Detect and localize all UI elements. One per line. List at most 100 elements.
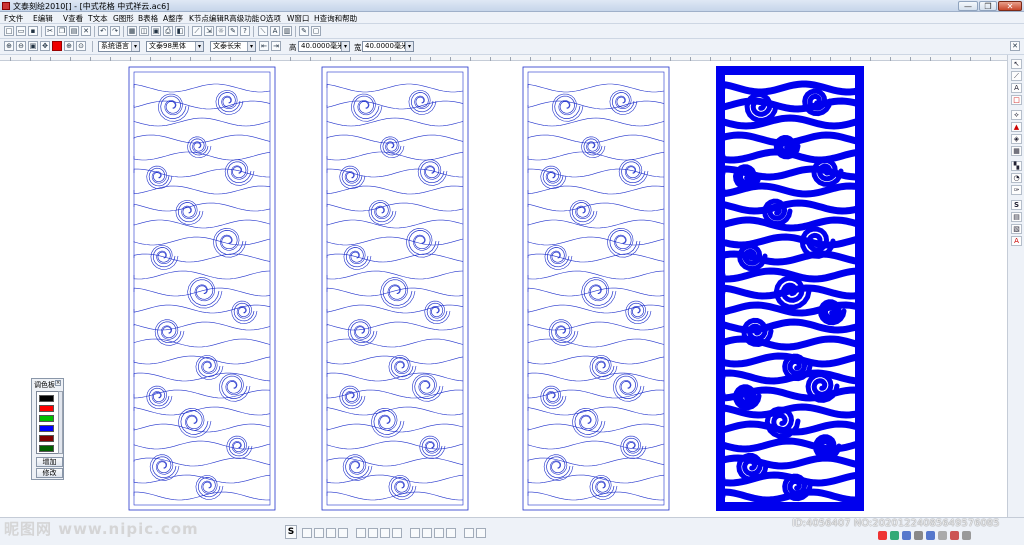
font-tool-icon[interactable]: A: [1011, 236, 1022, 246]
cut-plot-icon[interactable]: ⟋: [192, 26, 202, 36]
text-frame-icon[interactable]: A: [270, 26, 280, 36]
menu-edit[interactable]: E编辑: [33, 13, 53, 24]
menu-node-edit[interactable]: K节点编辑: [189, 13, 224, 24]
layer-tool-icon[interactable]: ▤: [1011, 212, 1022, 222]
delete-icon[interactable]: ✕: [81, 26, 91, 36]
color-fill-icon[interactable]: [52, 41, 62, 51]
language-select[interactable]: 系统语言 ▾: [98, 41, 140, 52]
zoom-out-icon[interactable]: ⊖: [16, 41, 26, 51]
node-tool-icon[interactable]: ⟡: [1011, 110, 1022, 120]
drawing-canvas[interactable]: [6, 61, 1006, 516]
output-icon[interactable]: ⇲: [204, 26, 214, 36]
status-tool-button[interactable]: [434, 528, 444, 538]
status-tool-button[interactable]: [476, 528, 486, 538]
palette-swatch[interactable]: [39, 405, 54, 412]
outline-tool-icon[interactable]: ◔: [1011, 173, 1022, 183]
tray-mic-icon[interactable]: [926, 531, 935, 540]
tray-keyboard-icon[interactable]: [938, 531, 947, 540]
status-tool-button[interactable]: [410, 528, 420, 538]
cloud-lattice-panel-outline-2[interactable]: [321, 66, 469, 511]
vectorize-icon[interactable]: ◫: [139, 26, 149, 36]
palette-swatch[interactable]: [39, 435, 54, 442]
toolbar-close-icon[interactable]: ✕: [1010, 41, 1020, 51]
cloud-lattice-panel-outline-3[interactable]: [522, 66, 670, 511]
frame-icon[interactable]: ▢: [311, 26, 321, 36]
line-icon[interactable]: ⟍: [258, 26, 268, 36]
menu-advanced[interactable]: R高级功能: [224, 13, 259, 24]
s-status-icon[interactable]: S: [285, 525, 297, 539]
cut-icon[interactable]: ✂: [45, 26, 55, 36]
text-right-icon[interactable]: ⇥: [271, 41, 281, 51]
palette-swatch[interactable]: [39, 395, 54, 402]
new-file-icon[interactable]: □: [4, 26, 14, 36]
paint-tool-icon[interactable]: ▲: [1011, 122, 1022, 132]
tray-shirt-icon[interactable]: [950, 531, 959, 540]
menu-graphics[interactable]: G图形: [113, 13, 134, 24]
status-tool-button[interactable]: [302, 528, 312, 538]
scan-icon[interactable]: ▣: [151, 26, 161, 36]
copy-icon[interactable]: ❐: [57, 26, 67, 36]
color-tool-icon[interactable]: ▚: [1011, 161, 1022, 171]
palette-add-button[interactable]: 增加: [36, 457, 63, 467]
palette-swatch[interactable]: [39, 415, 54, 422]
cloud-lattice-panel-outline-1[interactable]: [128, 66, 276, 511]
text-tool-icon[interactable]: A: [1011, 83, 1022, 93]
redo-icon[interactable]: ↷: [110, 26, 120, 36]
menu-arrange[interactable]: A整序: [163, 13, 183, 24]
status-tool-button[interactable]: [446, 528, 456, 538]
height-field[interactable]: 40.0000毫米 ▾: [298, 41, 350, 52]
fill-tool-icon[interactable]: ◈: [1011, 134, 1022, 144]
open-file-icon[interactable]: ▭: [16, 26, 26, 36]
status-tool-button[interactable]: [464, 528, 474, 538]
grid-icon[interactable]: ▥: [282, 26, 292, 36]
status-tool-button[interactable]: [338, 528, 348, 538]
menu-text[interactable]: T文本: [88, 13, 108, 24]
font-select[interactable]: 文泰98黑体 ▾: [146, 41, 204, 52]
print-icon[interactable]: ⎙: [163, 26, 173, 36]
zoom-page-icon[interactable]: ⊙: [76, 41, 86, 51]
restore-button[interactable]: ❐: [979, 1, 997, 11]
menu-options[interactable]: O选项: [260, 13, 281, 24]
menu-table[interactable]: B表格: [138, 13, 158, 24]
menu-window[interactable]: W窗口: [287, 13, 309, 24]
palette-swatch[interactable]: [39, 425, 54, 432]
zoom-area-icon[interactable]: ⊕: [64, 41, 74, 51]
status-tool-button[interactable]: [380, 528, 390, 538]
tray-moon-icon[interactable]: [902, 531, 911, 540]
width-field[interactable]: 40.0000毫米 ▾: [362, 41, 414, 52]
palette-scrollbar[interactable]: [58, 391, 63, 454]
pen-tool-icon[interactable]: ✑: [1011, 185, 1022, 195]
move-icon[interactable]: ✥: [40, 41, 50, 51]
insert-image-icon[interactable]: ▦: [127, 26, 137, 36]
save-icon[interactable]: ▪: [28, 26, 38, 36]
zoom-fit-icon[interactable]: ▣: [28, 41, 38, 51]
palette-close-icon[interactable]: ×: [55, 380, 61, 386]
zoom-in-icon[interactable]: ⊕: [4, 41, 14, 51]
light-bulb-icon[interactable]: ☼: [216, 26, 226, 36]
text-edit-icon[interactable]: ✎: [299, 26, 309, 36]
paste-icon[interactable]: ▤: [69, 26, 79, 36]
s-tool-icon[interactable]: S: [1011, 200, 1022, 210]
cloud-lattice-panel-filled[interactable]: [716, 66, 864, 511]
status-tool-button[interactable]: [326, 528, 336, 538]
menu-file[interactable]: F文件: [4, 13, 23, 24]
status-tool-button[interactable]: [392, 528, 402, 538]
undo-icon[interactable]: ↶: [98, 26, 108, 36]
menu-view[interactable]: V查看: [63, 13, 83, 24]
select-tool-icon[interactable]: ↖: [1011, 59, 1022, 69]
tray-punct-icon[interactable]: [914, 531, 923, 540]
help-icon[interactable]: ?: [240, 26, 250, 36]
palette-modify-button[interactable]: 修改: [36, 468, 63, 478]
preview-icon[interactable]: ◧: [175, 26, 185, 36]
palette-swatch[interactable]: [39, 445, 54, 452]
status-tool-button[interactable]: [314, 528, 324, 538]
style-select[interactable]: 文泰长宋 ▾: [210, 41, 256, 52]
text-left-icon[interactable]: ⇤: [259, 41, 269, 51]
status-tool-button[interactable]: [356, 528, 366, 538]
image-tool-icon[interactable]: ▧: [1011, 224, 1022, 234]
pen-icon[interactable]: ✎: [228, 26, 238, 36]
tray-s-icon[interactable]: [878, 531, 887, 540]
tray-lang-icon[interactable]: [890, 531, 899, 540]
palette-color-list[interactable]: [36, 391, 59, 454]
status-tool-button[interactable]: [368, 528, 378, 538]
